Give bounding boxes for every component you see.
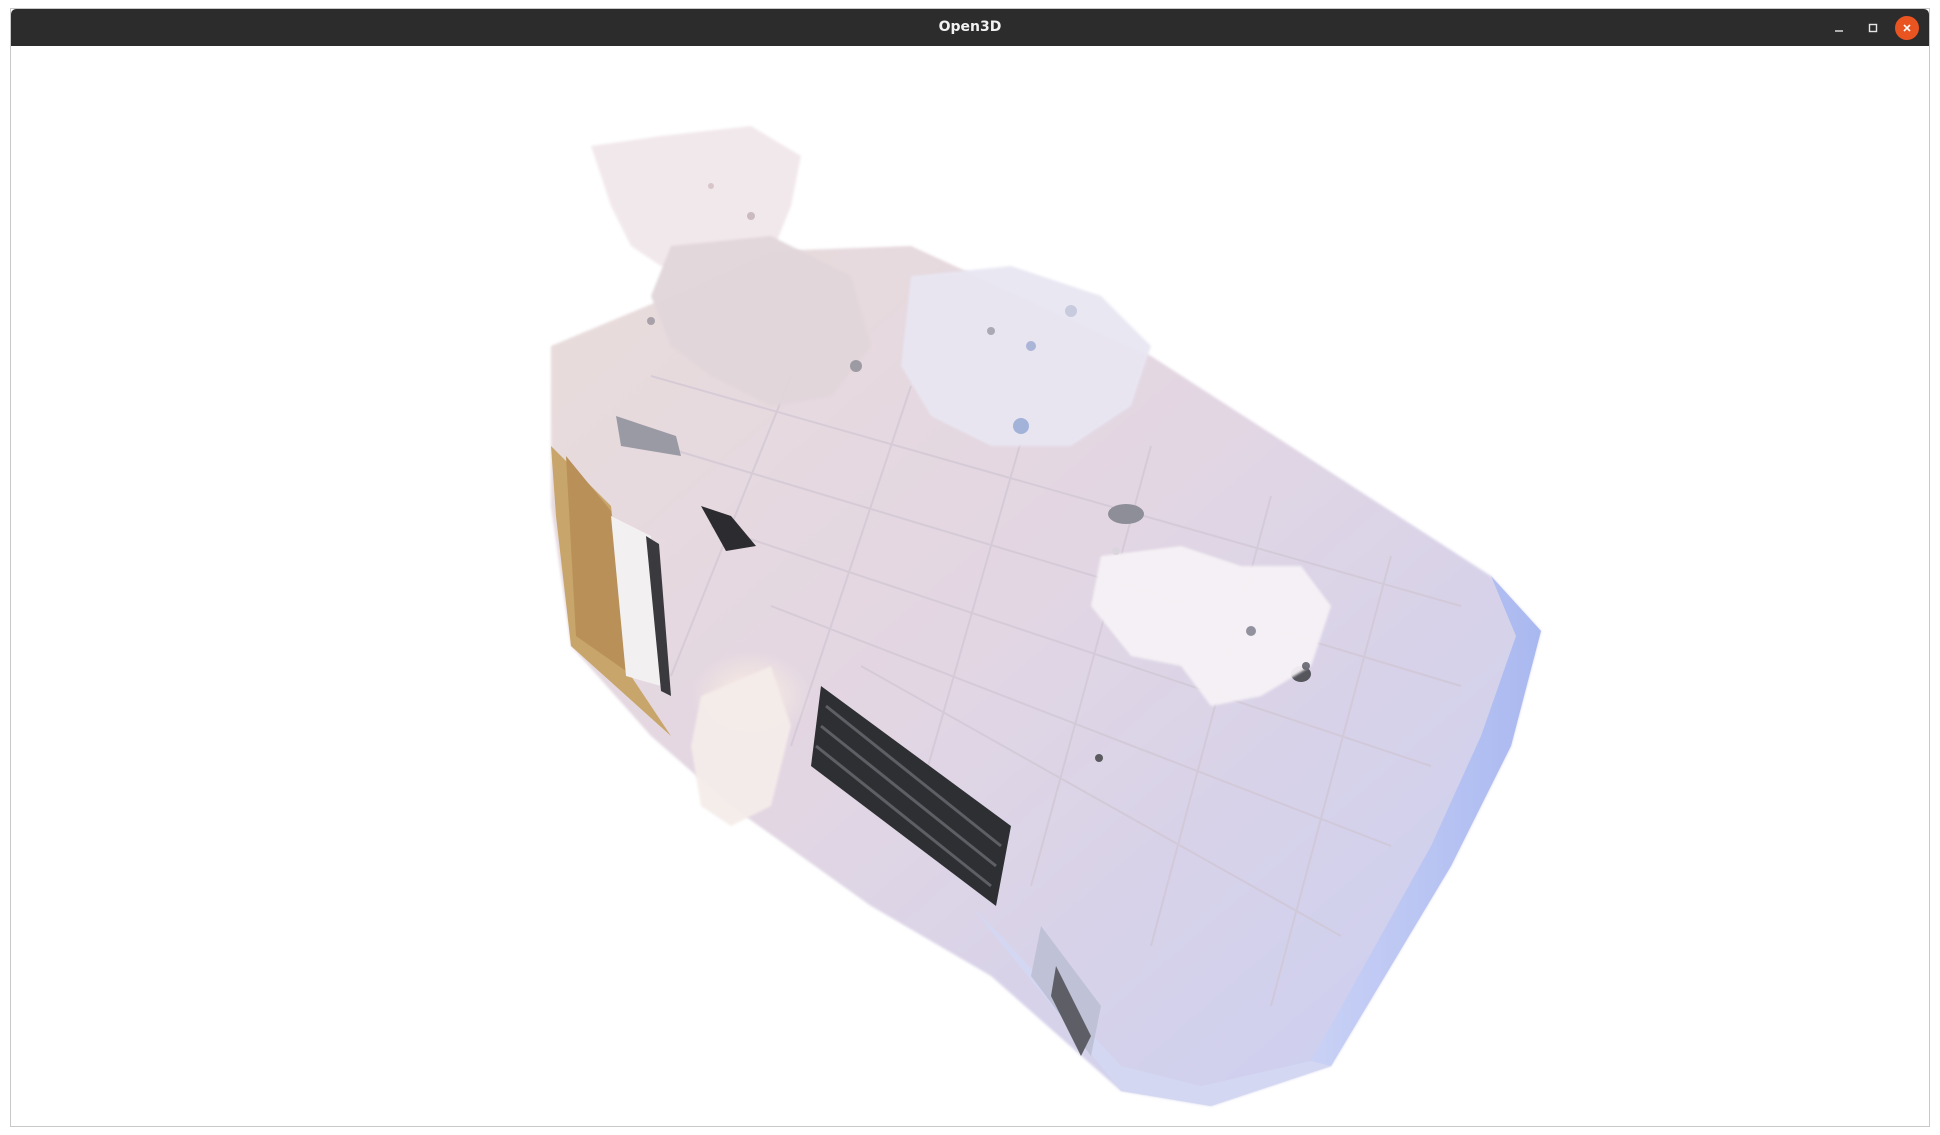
maximize-icon (1868, 23, 1878, 32)
title-bar[interactable]: Open3D (11, 9, 1929, 46)
window-title: Open3D (938, 19, 1002, 35)
open3d-window: Open3D (10, 8, 1930, 1127)
minimize-icon (1835, 29, 1843, 32)
minimize-button[interactable] (1827, 16, 1851, 40)
point-cloud (551, 126, 1541, 1106)
window-controls (1827, 15, 1919, 40)
close-icon (1903, 23, 1911, 32)
render-viewport[interactable] (11, 46, 1929, 1126)
maximize-button[interactable] (1861, 16, 1885, 40)
close-button[interactable] (1895, 15, 1919, 40)
